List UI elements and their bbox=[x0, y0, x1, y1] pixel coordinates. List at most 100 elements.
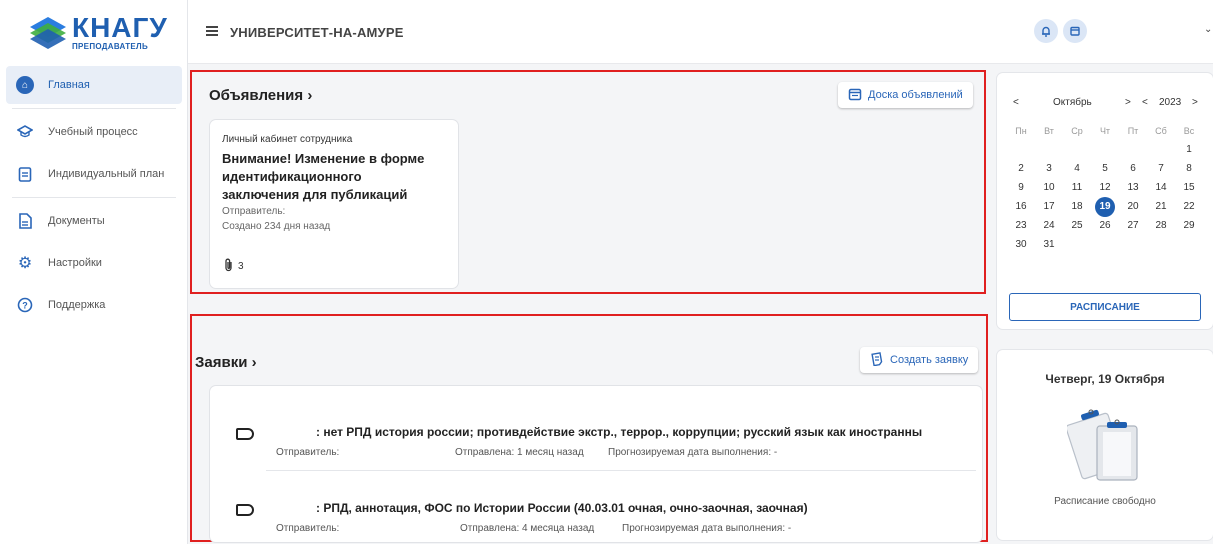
calendar-day[interactable]: 4 bbox=[1063, 163, 1091, 174]
svg-text:?: ? bbox=[22, 301, 28, 311]
next-month-button[interactable]: > bbox=[1125, 97, 1131, 108]
logo[interactable]: КНАГУ ПРЕПОДАВАТЕЛЬ bbox=[28, 12, 168, 52]
chevron-down-icon[interactable]: ⌄ bbox=[1204, 24, 1212, 35]
weekday-label: Ср bbox=[1071, 125, 1083, 136]
calendar-day[interactable]: 7 bbox=[1147, 163, 1175, 174]
day-status: Расписание свободно bbox=[1054, 496, 1156, 507]
calendar-day[interactable]: 15 bbox=[1175, 182, 1203, 193]
calendar-day[interactable]: 8 bbox=[1175, 163, 1203, 174]
calendar-day[interactable]: 21 bbox=[1147, 201, 1175, 212]
calendar-day[interactable]: 10 bbox=[1035, 182, 1063, 193]
request-title: : РПД, аннотация, ФОС по Истории России … bbox=[316, 501, 808, 515]
calendar-day[interactable]: 19 bbox=[1091, 196, 1119, 217]
calendar-day[interactable]: 22 bbox=[1175, 201, 1203, 212]
logo-subtitle: ПРЕПОДАВАТЕЛЬ bbox=[72, 41, 149, 51]
calendar-day[interactable]: 26 bbox=[1091, 220, 1119, 231]
sidebar-item-label: Документы bbox=[48, 215, 105, 227]
board-button[interactable]: Доска объявлений bbox=[838, 82, 973, 108]
calendar-day[interactable]: 25 bbox=[1063, 220, 1091, 231]
logo-text: КНАГУ bbox=[72, 11, 168, 43]
calendar-day[interactable]: 13 bbox=[1119, 182, 1147, 193]
announcements-title[interactable]: Объявления › bbox=[209, 87, 312, 104]
divider bbox=[266, 470, 976, 471]
requests-section: Заявки › Создать заявку : нет РПД истори… bbox=[190, 314, 988, 542]
paperclip-icon bbox=[224, 258, 234, 275]
help-icon: ? bbox=[16, 296, 34, 314]
board-button-label: Доска объявлений bbox=[868, 89, 963, 101]
weekday-label: Чт bbox=[1099, 125, 1111, 136]
document-icon bbox=[16, 212, 34, 230]
selected-day[interactable]: 19 bbox=[1095, 196, 1115, 217]
prev-month-button[interactable]: < bbox=[1013, 97, 1019, 108]
menu-icon[interactable] bbox=[206, 26, 218, 36]
calendar-grid: Пн Вт Ср Чт Пт Сб Вс 1 2 3 4 5 6 7 8 9 10 11 12 13 14 15 16 17 1… bbox=[1007, 121, 1203, 254]
sidebar-item-plan[interactable]: Индивидуальный план bbox=[6, 155, 182, 193]
calendar-day[interactable]: 30 bbox=[1007, 239, 1035, 250]
calendar-day[interactable]: 14 bbox=[1147, 182, 1175, 193]
calendar-day[interactable]: 11 bbox=[1063, 182, 1091, 193]
sidebar: КНАГУ ПРЕПОДАВАТЕЛЬ ⌂ Главная Учебный пр… bbox=[0, 0, 188, 544]
tag-icon bbox=[236, 428, 254, 440]
sidebar-nav: ⌂ Главная Учебный процесс Индивидуальный… bbox=[6, 66, 182, 328]
announcements-section: Объявления › Доска объявлений Личный каб… bbox=[190, 70, 986, 294]
next-year-button[interactable]: > bbox=[1192, 97, 1198, 108]
bell-icon[interactable] bbox=[1034, 19, 1058, 43]
graduation-cap-icon bbox=[16, 123, 34, 141]
week-row: 30 31 bbox=[1007, 235, 1203, 254]
calendar-day[interactable]: 31 bbox=[1035, 239, 1063, 250]
calendar-day[interactable]: 24 bbox=[1035, 220, 1063, 231]
sidebar-item-label: Индивидуальный план bbox=[48, 168, 165, 180]
create-request-label: Создать заявку bbox=[890, 354, 969, 366]
calendar-day[interactable]: 20 bbox=[1119, 201, 1147, 212]
create-request-button[interactable]: Создать заявку bbox=[860, 347, 979, 373]
chevron-right-icon: › bbox=[307, 87, 313, 104]
calendar-day[interactable]: 2 bbox=[1007, 163, 1035, 174]
announcement-source: Личный кабинет сотрудника bbox=[222, 134, 353, 145]
request-due: Прогнозируемая дата выполнения: - bbox=[622, 523, 792, 534]
sidebar-item-home[interactable]: ⌂ Главная bbox=[6, 66, 182, 104]
calendar-icon[interactable] bbox=[1063, 19, 1087, 43]
sidebar-item-documents[interactable]: Документы bbox=[6, 202, 182, 240]
sidebar-item-label: Учебный процесс bbox=[48, 126, 138, 138]
requests-title[interactable]: Заявки › bbox=[195, 354, 257, 371]
clipboard-icon bbox=[16, 165, 34, 183]
sidebar-item-support[interactable]: ? Поддержка bbox=[6, 286, 182, 324]
sidebar-item-settings[interactable]: ⚙ Настройки bbox=[6, 244, 182, 282]
announcement-card[interactable]: Личный кабинет сотрудника Внимание! Изме… bbox=[210, 120, 458, 288]
sidebar-item-label: Поддержка bbox=[48, 299, 106, 311]
week-row: 1 bbox=[1007, 140, 1203, 159]
request-due: Прогнозируемая дата выполнения: - bbox=[608, 447, 778, 458]
calendar-day[interactable]: 28 bbox=[1147, 220, 1175, 231]
month-label[interactable]: Октябрь bbox=[1053, 97, 1092, 108]
announcement-sender: Отправитель: bbox=[222, 206, 286, 217]
gear-icon: ⚙ bbox=[17, 255, 33, 272]
calendar-day[interactable]: 27 bbox=[1119, 220, 1147, 231]
day-schedule-panel: Четверг, 19 Октября Расписание свободно bbox=[997, 350, 1213, 540]
home-icon: ⌂ bbox=[16, 76, 34, 94]
calendar-day[interactable]: 5 bbox=[1091, 163, 1119, 174]
request-title: : нет РПД история россии; противдействие… bbox=[316, 425, 923, 439]
top-bar: УНИВЕРСИТЕТ-НА-АМУРЕ ⌄ bbox=[188, 0, 1213, 64]
week-row: 2345678 bbox=[1007, 159, 1203, 178]
sidebar-divider bbox=[12, 197, 176, 198]
sidebar-item-study[interactable]: Учебный процесс bbox=[6, 113, 182, 151]
calendar-day[interactable]: 3 bbox=[1035, 163, 1063, 174]
year-label[interactable]: 2023 bbox=[1159, 97, 1181, 108]
week-row: 16 17 18 19 20 21 22 bbox=[1007, 196, 1203, 217]
attachments[interactable]: 3 bbox=[224, 258, 244, 275]
calendar-day[interactable]: 6 bbox=[1119, 163, 1147, 174]
calendar-day[interactable]: 16 bbox=[1007, 201, 1035, 212]
calendar-day[interactable]: 18 bbox=[1063, 201, 1091, 212]
weekday-label: Пн bbox=[1015, 125, 1027, 136]
calendar-day[interactable]: 23 bbox=[1007, 220, 1035, 231]
week-row: 23 24 25 26 27 28 29 bbox=[1007, 216, 1203, 235]
prev-year-button[interactable]: < bbox=[1142, 97, 1148, 108]
calendar-day[interactable]: 12 bbox=[1091, 182, 1119, 193]
calendar-day[interactable]: 17 bbox=[1035, 201, 1063, 212]
sidebar-item-label: Главная bbox=[48, 79, 90, 91]
sidebar-item-label: Настройки bbox=[48, 257, 102, 269]
calendar-day[interactable]: 29 bbox=[1175, 220, 1203, 231]
schedule-button[interactable]: РАСПИСАНИЕ bbox=[1009, 293, 1201, 321]
calendar-day[interactable]: 9 bbox=[1007, 182, 1035, 193]
calendar-day[interactable]: 1 bbox=[1175, 144, 1203, 155]
